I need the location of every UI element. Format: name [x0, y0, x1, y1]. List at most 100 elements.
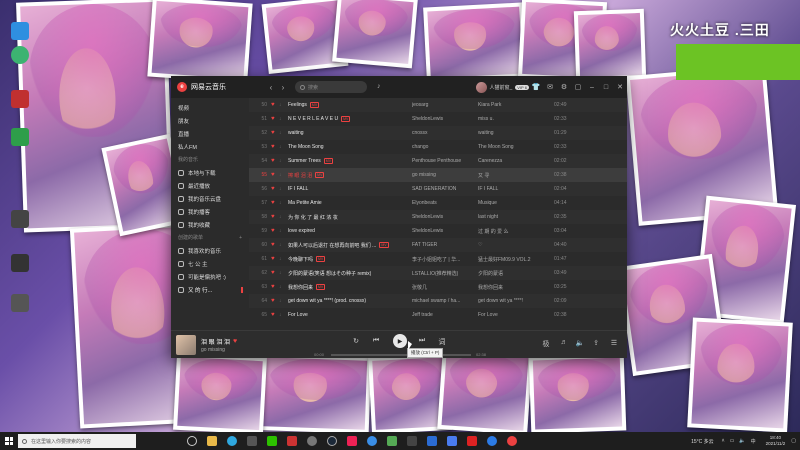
play-button[interactable]: ▶	[393, 334, 407, 348]
track-title[interactable]: 擦 眼 泪 泪 MV	[288, 172, 412, 179]
track-album[interactable]: Kiara Park	[478, 102, 554, 108]
tray-chevron-icon[interactable]: ˄	[722, 438, 725, 444]
desktop-icon[interactable]	[6, 254, 34, 274]
now-playing-title[interactable]: 泪 眼 泪 泪 ♥	[201, 337, 237, 346]
table-row[interactable]: 58 ♥ ↓ 为 你 化 了 最 红 浓 妆 SheldonLewis last nigh…	[249, 210, 627, 224]
heart-icon[interactable]: ♥	[271, 284, 279, 290]
table-row[interactable]: 65 ♥ ↓ For Love Jeff trade For Love 02:38	[249, 308, 627, 322]
download-icon[interactable]: ↓	[279, 242, 288, 248]
download-icon[interactable]: ↓	[279, 256, 288, 262]
steam-icon[interactable]	[322, 432, 342, 450]
taskbar-search-input[interactable]: 在这里输入你要搜索的内容	[18, 434, 136, 448]
sidebar-item-video[interactable]: 视频	[171, 101, 249, 114]
sidebar-item-friends[interactable]: 朋友	[171, 114, 249, 127]
app-icon[interactable]	[342, 432, 362, 450]
track-title[interactable]: 我想你回来 MV	[288, 284, 412, 291]
heart-icon[interactable]: ♥	[271, 298, 279, 304]
avatar[interactable]	[475, 81, 487, 93]
weather-widget[interactable]: 15°C 多云	[691, 438, 714, 445]
track-album[interactable]: The Moon Song	[478, 144, 554, 150]
track-artist[interactable]: jeosarg	[412, 102, 478, 108]
table-row[interactable]: 63 ♥ ↓ 我想你回来 MV 张敬几 我想你回来 03:25	[249, 280, 627, 294]
track-artist[interactable]: LSTALLIO(推荐精选)	[412, 270, 478, 277]
track-album[interactable]: Musique	[478, 200, 554, 206]
track-title[interactable]: 如果人可以后退打 在想再向前吧 我们 ... MV	[288, 242, 412, 249]
heart-icon[interactable]: ♥	[271, 102, 279, 108]
close-icon[interactable]: ✕	[613, 83, 627, 91]
track-album[interactable]: 我想你回来	[478, 284, 554, 291]
app-logo[interactable]: e 网易云音乐	[177, 82, 265, 92]
track-album[interactable]: 猛士最好FM09.9 VOL.2	[478, 256, 554, 263]
skin-icon[interactable]: 👕	[529, 83, 543, 91]
sound-effect-icon[interactable]: ♬	[559, 339, 569, 346]
table-row[interactable]: 52 ♥ ↓ waiting cnossx waiting 01:29	[249, 126, 627, 140]
app-icon[interactable]	[402, 432, 422, 450]
table-row[interactable]: 53 ♥ ↓ The Moon Song chango The Moon Song 02:3…	[249, 140, 627, 154]
track-title[interactable]: 为 你 化 了 最 红 浓 妆	[288, 214, 412, 221]
search-input[interactable]: 搜索	[295, 81, 367, 93]
download-icon[interactable]: ↓	[279, 158, 288, 164]
app-icon[interactable]	[442, 432, 462, 450]
minimize-icon[interactable]: –	[585, 84, 599, 91]
quality-icon[interactable]: 极	[541, 339, 551, 349]
desktop-icon[interactable]	[6, 128, 34, 148]
track-artist[interactable]: SheldonLewis	[412, 214, 478, 220]
download-icon[interactable]: ↓	[279, 298, 288, 304]
task-view-icon[interactable]	[182, 432, 202, 450]
album-cover[interactable]	[176, 335, 196, 355]
heart-icon[interactable]: ♥	[271, 256, 279, 262]
app-icon[interactable]	[422, 432, 442, 450]
microphone-icon[interactable]: ♪	[377, 83, 385, 91]
now-playing-artist[interactable]: go missing	[201, 347, 225, 353]
start-button[interactable]	[0, 432, 18, 450]
heart-icon[interactable]: ♥	[271, 172, 279, 178]
track-title[interactable]: love expired	[288, 228, 412, 234]
mv-badge[interactable]: MV	[323, 158, 334, 164]
sidebar-item-cloud[interactable]: 我的音乐云盘	[171, 192, 249, 205]
network-icon[interactable]: ▭	[730, 438, 735, 444]
table-row[interactable]: 60 ♥ ↓ 如果人可以后退打 在想再向前吧 我们 ... MV FAT TIGER ♡ 04…	[249, 238, 627, 252]
vip-badge[interactable]: VIP 6	[515, 84, 529, 90]
heart-icon[interactable]: ♥	[271, 186, 279, 192]
track-artist[interactable]: FAT TIGER	[412, 242, 478, 248]
table-row[interactable]: 51 ♥ ↓ N E V E R L E A V E U MV SheldonLewis m…	[249, 112, 627, 126]
download-icon[interactable]: ↓	[279, 144, 288, 150]
track-title[interactable]: IF I FALL	[288, 186, 412, 192]
app-icon[interactable]	[362, 432, 382, 450]
track-album[interactable]: last night	[478, 214, 554, 220]
track-title[interactable]: Summer Trees MV	[288, 158, 412, 164]
mv-badge[interactable]: MV	[316, 256, 326, 262]
sidebar-playlist[interactable]: 七 公 主	[171, 257, 249, 270]
volume-icon[interactable]: 🔈	[575, 339, 585, 347]
app-icon[interactable]	[282, 432, 302, 450]
track-artist[interactable]: Penthouse Penthouse	[412, 158, 478, 164]
track-album[interactable]: waiting	[478, 130, 554, 136]
track-album[interactable]: For Love	[478, 312, 554, 318]
back-arrow-icon[interactable]: ‹	[265, 83, 277, 92]
heart-icon[interactable]: ♥	[271, 144, 279, 150]
download-icon[interactable]: ↓	[279, 284, 288, 290]
track-title[interactable]: 今晚聊下吗 MV	[288, 256, 412, 263]
sidebar-item-recent[interactable]: 最近播放	[171, 179, 249, 192]
edge-icon[interactable]	[222, 432, 242, 450]
desktop-icon[interactable]	[6, 22, 34, 42]
app-icon[interactable]	[482, 432, 502, 450]
ime-icon[interactable]: 中	[751, 438, 756, 445]
sidebar-item-local[interactable]: 本地与下载	[171, 166, 249, 179]
download-icon[interactable]: ↓	[279, 200, 288, 206]
track-title[interactable]: 夕阳的蒙语(笑语 想はその种子 remix)	[288, 270, 412, 277]
sidebar-item-podcast[interactable]: 我的播客	[171, 205, 249, 218]
maximize-icon[interactable]: □	[599, 84, 613, 91]
mv-badge[interactable]: MV	[341, 116, 351, 122]
heart-icon[interactable]: ♥	[271, 200, 279, 206]
heart-icon[interactable]: ♥	[271, 214, 279, 220]
previous-icon[interactable]: ⏮	[371, 337, 381, 345]
heart-icon[interactable]: ♥	[271, 228, 279, 234]
share-icon[interactable]: ⇪	[591, 339, 601, 347]
netease-music-icon[interactable]	[502, 432, 522, 450]
heart-icon[interactable]: ♥	[271, 130, 279, 136]
store-icon[interactable]	[242, 432, 262, 450]
app-icon[interactable]	[302, 432, 322, 450]
track-album[interactable]: ♡	[478, 242, 554, 248]
track-artist[interactable]: 李子小姐姐吃了 | 华...	[412, 256, 478, 263]
